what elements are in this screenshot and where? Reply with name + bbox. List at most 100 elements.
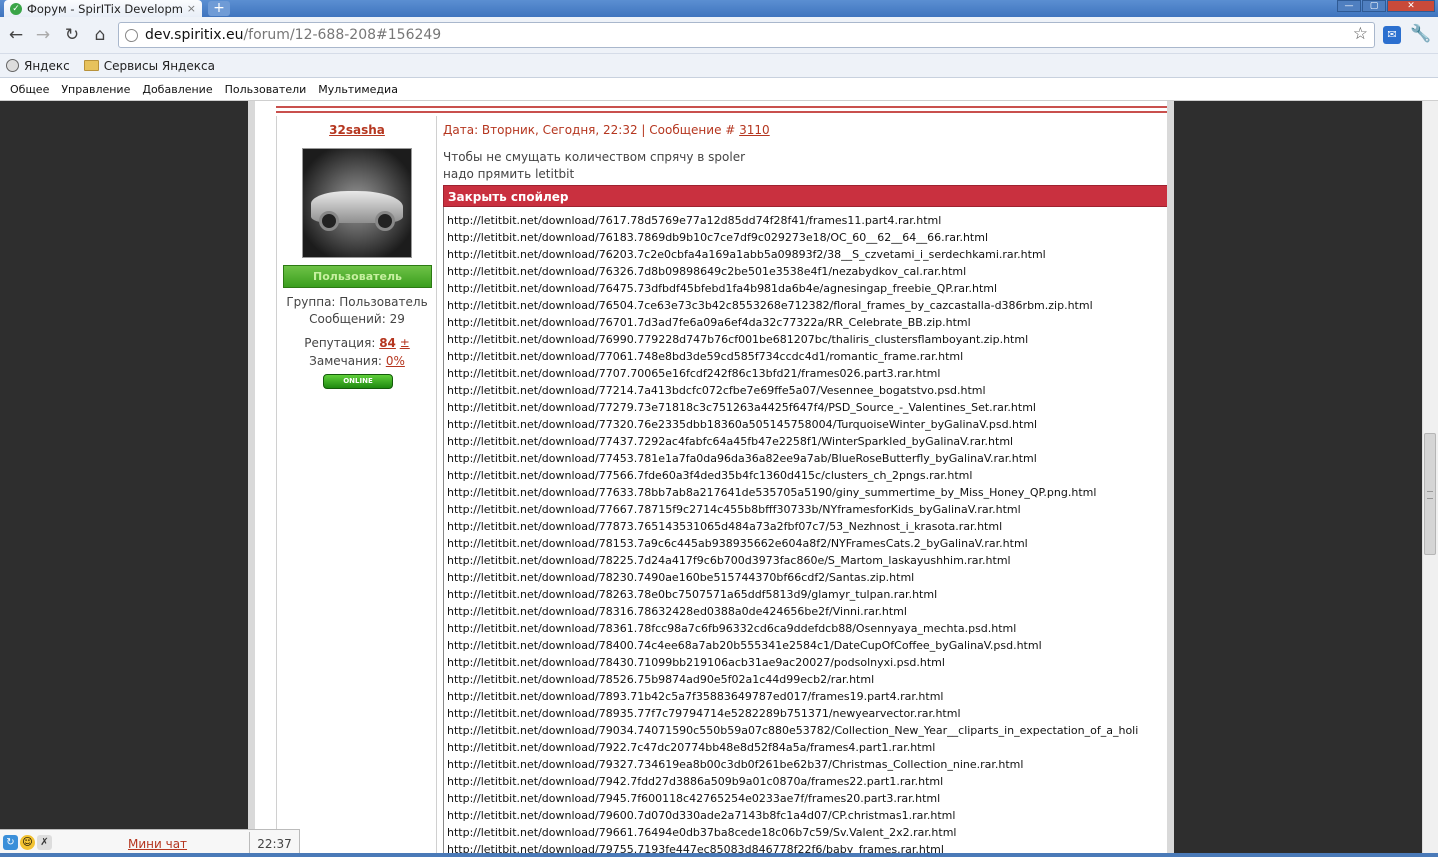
bookmark-star-icon[interactable]: ☆ bbox=[1353, 24, 1368, 44]
author-username-link[interactable]: 32sasha bbox=[277, 123, 437, 137]
download-link[interactable]: http://letitbit.net/download/79600.7d070… bbox=[447, 807, 1167, 824]
download-link[interactable]: http://letitbit.net/download/77437.7292a… bbox=[447, 433, 1167, 450]
warnings-label: Замечания: bbox=[309, 354, 382, 368]
avatar-car-wheel bbox=[319, 211, 339, 231]
download-link[interactable]: http://letitbit.net/download/77279.73e71… bbox=[447, 399, 1167, 416]
scrollbar-thumb[interactable] bbox=[1424, 433, 1436, 555]
address-bar[interactable]: dev.spiritix.eu/forum/12-688-208#156249 … bbox=[118, 22, 1375, 48]
download-link[interactable]: http://letitbit.net/download/78361.78fcc… bbox=[447, 620, 1167, 637]
os-taskbar bbox=[0, 853, 1438, 857]
tab-title: Форум - SpirITix Developm bbox=[27, 1, 182, 16]
url-host: dev.spiritix.eu bbox=[145, 27, 244, 43]
download-link[interactable]: http://letitbit.net/download/76701.7d3ad… bbox=[447, 314, 1167, 331]
download-link[interactable]: http://letitbit.net/download/78316.78632… bbox=[447, 603, 1167, 620]
page-background-left bbox=[0, 101, 248, 857]
mini-chat-link[interactable]: Мини чат bbox=[128, 837, 187, 851]
page-info-icon[interactable] bbox=[125, 28, 138, 42]
download-link[interactable]: http://letitbit.net/download/7945.7f6001… bbox=[447, 790, 1167, 807]
download-link-list: http://letitbit.net/download/7617.78d576… bbox=[447, 212, 1167, 857]
tab-close-icon[interactable]: × bbox=[187, 2, 196, 15]
download-link[interactable]: http://letitbit.net/download/77214.7a413… bbox=[447, 382, 1167, 399]
forward-arrow-icon[interactable]: → bbox=[32, 24, 54, 46]
reload-icon[interactable]: ↻ bbox=[61, 24, 83, 46]
download-link[interactable]: http://letitbit.net/download/78225.7d24a… bbox=[447, 552, 1167, 569]
admin-menu-add[interactable]: Добавление bbox=[142, 83, 212, 96]
bookmark-yandex[interactable]: Яндекс bbox=[6, 59, 70, 73]
download-link[interactable]: http://letitbit.net/download/78153.7a9c6… bbox=[447, 535, 1167, 552]
new-tab-button[interactable]: + bbox=[208, 1, 230, 16]
post-number-link[interactable]: 3110 bbox=[739, 123, 770, 137]
download-link[interactable]: http://letitbit.net/download/77566.7fde6… bbox=[447, 467, 1167, 484]
download-link[interactable]: http://letitbit.net/download/77633.78bb7… bbox=[447, 484, 1167, 501]
refresh-icon[interactable]: ↻ bbox=[3, 835, 18, 850]
post-author-panel: 32sasha Пользователь Группа: Пользовател… bbox=[276, 116, 437, 857]
admin-menu-users[interactable]: Пользователи bbox=[225, 83, 307, 96]
download-link[interactable]: http://letitbit.net/download/7942.7fdd27… bbox=[447, 773, 1167, 790]
tab-strip: ✓ Форум - SpirITix Developm × + — ▢ ✕ bbox=[0, 0, 1438, 17]
user-group: Группа: Пользователь bbox=[286, 295, 428, 309]
smiley-icon[interactable]: ☺ bbox=[20, 835, 35, 850]
download-link[interactable]: http://letitbit.net/download/79661.76494… bbox=[447, 824, 1167, 841]
download-link[interactable]: http://letitbit.net/download/7617.78d576… bbox=[447, 212, 1167, 229]
wrench-menu-icon[interactable]: 🔧 bbox=[1410, 24, 1431, 44]
post-text-line: Чтобы не смущать количеством спрячу в sp… bbox=[443, 150, 746, 164]
download-link[interactable]: http://letitbit.net/download/78400.74c4e… bbox=[447, 637, 1167, 654]
download-link[interactable]: http://letitbit.net/download/77873.76514… bbox=[447, 518, 1167, 535]
browser-tab[interactable]: ✓ Форум - SpirITix Developm × bbox=[4, 0, 202, 17]
download-link[interactable]: http://letitbit.net/download/78263.78e0b… bbox=[447, 586, 1167, 603]
mail-extension-icon[interactable]: ✉ bbox=[1383, 26, 1401, 44]
window-maximize-button[interactable]: ▢ bbox=[1362, 0, 1386, 12]
download-link[interactable]: http://letitbit.net/download/76326.7d8b0… bbox=[447, 263, 1167, 280]
download-link[interactable]: http://letitbit.net/download/7922.7c47dc… bbox=[447, 739, 1167, 756]
download-link[interactable]: http://letitbit.net/download/76990.77922… bbox=[447, 331, 1167, 348]
forum-content: 32sasha Пользователь Группа: Пользовател… bbox=[248, 101, 1174, 857]
download-link[interactable]: http://letitbit.net/download/76475.73dfb… bbox=[447, 280, 1167, 297]
home-icon[interactable]: ⌂ bbox=[89, 24, 111, 46]
window-minimize-button[interactable]: — bbox=[1337, 0, 1361, 12]
download-link[interactable]: http://letitbit.net/download/78526.75b98… bbox=[447, 671, 1167, 688]
avatar bbox=[302, 148, 412, 258]
close-spoiler-button[interactable]: Закрыть спойлер bbox=[443, 185, 1167, 207]
download-link[interactable]: http://letitbit.net/download/79327.73461… bbox=[447, 756, 1167, 773]
download-link[interactable]: http://letitbit.net/download/77061.748e8… bbox=[447, 348, 1167, 365]
download-link[interactable]: http://letitbit.net/download/76183.7869d… bbox=[447, 229, 1167, 246]
post-body: Дата: Вторник, Сегодня, 22:32 | Сообщени… bbox=[438, 116, 1167, 857]
online-status-badge: ONLINE bbox=[323, 374, 393, 389]
window-close-button[interactable]: ✕ bbox=[1387, 0, 1435, 12]
download-link[interactable]: http://letitbit.net/download/78230.7490a… bbox=[447, 569, 1167, 586]
download-link[interactable]: http://letitbit.net/download/79034.74071… bbox=[447, 722, 1167, 739]
admin-menu-manage[interactable]: Управление bbox=[61, 83, 130, 96]
checkmark-favicon-icon: ✓ bbox=[10, 2, 22, 15]
download-link[interactable]: http://letitbit.net/download/7893.71b42c… bbox=[447, 688, 1167, 705]
download-link[interactable]: http://letitbit.net/download/77453.781e1… bbox=[447, 450, 1167, 467]
tools-icon[interactable]: ✗ bbox=[37, 835, 52, 850]
user-message-count: Сообщений: 29 bbox=[309, 312, 405, 326]
post-date: Дата: Вторник, Сегодня, 22:32 | Сообщени… bbox=[443, 123, 740, 137]
spoiler-content: http://letitbit.net/download/7617.78d576… bbox=[443, 207, 1167, 857]
download-link[interactable]: http://letitbit.net/download/77320.76e23… bbox=[447, 416, 1167, 433]
download-link[interactable]: http://letitbit.net/download/77667.78715… bbox=[447, 501, 1167, 518]
download-link[interactable]: http://letitbit.net/download/76203.7c2e0… bbox=[447, 246, 1167, 263]
page-background-right bbox=[1174, 101, 1422, 857]
user-warnings: Замечания: 0% bbox=[277, 354, 437, 368]
download-link[interactable]: http://letitbit.net/download/78430.71099… bbox=[447, 654, 1167, 671]
download-link[interactable]: http://letitbit.net/download/76504.7ce63… bbox=[447, 297, 1167, 314]
divider bbox=[276, 106, 1167, 108]
chat-toolbar: ↻ ☺ ✗ bbox=[3, 835, 52, 850]
bookmarks-bar: Яндекс Сервисы Яндекса bbox=[0, 54, 1438, 78]
reputation-change-link[interactable]: ± bbox=[400, 336, 410, 350]
user-rank-badge: Пользователь bbox=[283, 265, 432, 288]
admin-menu-bar: Общее Управление Добавление Пользователи… bbox=[0, 78, 1438, 101]
back-arrow-icon[interactable]: ← bbox=[5, 24, 27, 46]
download-link[interactable]: http://letitbit.net/download/7707.70065e… bbox=[447, 365, 1167, 382]
reputation-value-link[interactable]: 84 bbox=[379, 336, 396, 350]
warnings-value-link[interactable]: 0% bbox=[386, 354, 405, 368]
browser-toolbar: ← → ↻ ⌂ dev.spiritix.eu/forum/12-688-208… bbox=[0, 17, 1438, 54]
admin-menu-multimedia[interactable]: Мультимедиа bbox=[318, 83, 398, 96]
bookmark-yandex-services[interactable]: Сервисы Яндекса bbox=[83, 59, 215, 73]
admin-menu-general[interactable]: Общее bbox=[10, 83, 49, 96]
url-path: /forum/12-688-208#156249 bbox=[243, 27, 442, 43]
globe-icon bbox=[6, 59, 19, 72]
reputation-label: Репутация: bbox=[304, 336, 376, 350]
download-link[interactable]: http://letitbit.net/download/78935.77f7c… bbox=[447, 705, 1167, 722]
